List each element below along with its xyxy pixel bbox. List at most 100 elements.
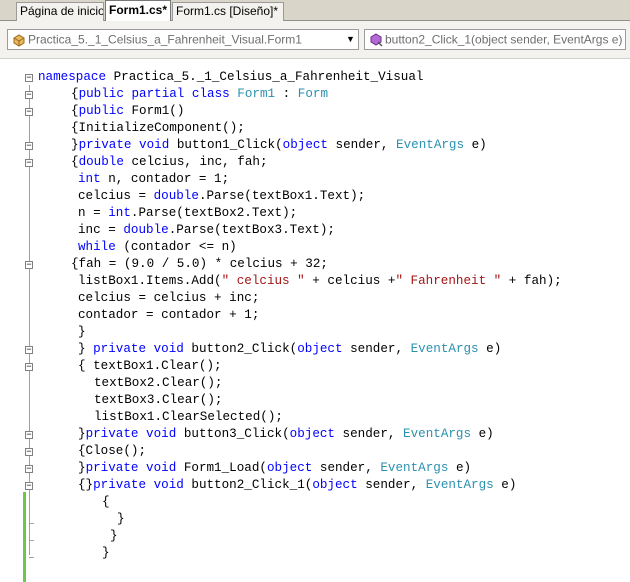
code-token: Form1_Load(: [176, 461, 267, 475]
code-token: textBox2.Clear();: [94, 376, 223, 390]
tab-label: Form1.cs [Diseño]*: [176, 4, 279, 18]
code-token: button2_Click(: [183, 342, 298, 356]
code-token: { textBox1.Clear();: [78, 359, 222, 373]
code-token: {}: [78, 478, 94, 492]
collapse-toggle-icon[interactable]: −: [25, 431, 33, 440]
code-token: sender,: [357, 478, 426, 492]
code-line[interactable]: celcius = celcius + inc;: [0, 290, 630, 307]
code-token: }: [117, 512, 125, 526]
code-text: listBox1.ClearSelected();: [94, 409, 283, 426]
type-token: Form1: [237, 87, 276, 101]
collapse-toggle-icon[interactable]: −: [25, 74, 33, 83]
member-selector-combo[interactable]: button2_Click_1(object sender, EventArgs…: [364, 29, 626, 50]
code-token: inc =: [78, 223, 124, 237]
code-line[interactable]: − namespace Practica_5._1_Celsius_a_Fahre…: [0, 69, 630, 86]
code-line[interactable]: n = int.Parse(textBox2.Text);: [0, 205, 630, 222]
chevron-down-icon[interactable]: ▼: [343, 30, 358, 49]
code-token: }: [78, 461, 86, 475]
code-text: n = int.Parse(textBox2.Text);: [78, 205, 297, 222]
code-line[interactable]: textBox3.Clear();: [0, 392, 630, 409]
code-token: listBox1.Items.Add(: [78, 274, 222, 288]
code-text: int n, contador = 1;: [78, 171, 229, 188]
code-line[interactable]: }: [0, 545, 630, 562]
collapse-toggle-icon[interactable]: −: [25, 108, 33, 117]
keyword-token: namespace: [38, 70, 107, 84]
code-token: }: [102, 546, 110, 560]
code-line[interactable]: −} private void button2_Click(object sen…: [0, 341, 630, 358]
tab-label: Form1.cs*: [109, 3, 168, 17]
code-line[interactable]: }: [0, 511, 630, 528]
code-text: {: [102, 494, 110, 511]
code-line[interactable]: − { textBox1.Clear();: [0, 358, 630, 375]
code-text: }: [117, 511, 125, 528]
code-token: }: [78, 427, 86, 441]
code-line[interactable]: while (contador <= n): [0, 239, 630, 256]
code-line[interactable]: − }private void button3_Click(object send…: [0, 426, 630, 443]
code-text: { textBox1.Clear();: [78, 358, 222, 375]
keyword-token: public partial class: [78, 87, 230, 101]
class-icon: [13, 34, 25, 47]
code-text: celcius = celcius + inc;: [78, 290, 259, 307]
code-token: {: [71, 104, 79, 118]
code-line[interactable]: − {double celcius, inc, fah;: [0, 154, 630, 171]
outline-end-marker: [29, 523, 34, 524]
code-text: namespace Practica_5._1_Celsius_a_Fahren…: [38, 69, 423, 86]
string-token: " Fahrenheit ": [395, 274, 502, 288]
code-token: celcius, inc, fah;: [123, 155, 268, 169]
code-editor[interactable]: − namespace Practica_5._1_Celsius_a_Fahre…: [0, 59, 630, 582]
code-line[interactable]: int n, contador = 1;: [0, 171, 630, 188]
collapse-toggle-icon[interactable]: −: [25, 465, 33, 474]
type-token: EventArgs: [425, 478, 494, 492]
code-line[interactable]: textBox2.Clear();: [0, 375, 630, 392]
code-token: sender,: [328, 138, 397, 152]
code-line[interactable]: − {public partial class Form1 : Form: [0, 86, 630, 103]
tab-start-page[interactable]: Página de inicio: [16, 2, 104, 21]
code-line[interactable]: − {}private void button2_Click_1(object s…: [0, 477, 630, 494]
collapse-toggle-icon[interactable]: −: [25, 363, 33, 372]
code-line[interactable]: {: [0, 494, 630, 511]
code-token: {fah = (9.0 / 5.0) * celcius + 32;: [71, 257, 328, 271]
code-text: inc = double.Parse(textBox3.Text);: [78, 222, 335, 239]
code-text: }: [110, 528, 118, 545]
code-line[interactable]: − }private void Form1_Load(object sender,…: [0, 460, 630, 477]
code-line[interactable]: − {Close();: [0, 443, 630, 460]
code-line[interactable]: celcius = double.Parse(textBox1.Text);: [0, 188, 630, 205]
type-token: EventArgs: [380, 461, 449, 475]
collapse-toggle-icon[interactable]: −: [25, 448, 33, 457]
tab-form1-code[interactable]: Form1.cs*: [105, 0, 171, 21]
code-token: }: [71, 138, 79, 152]
code-line[interactable]: }: [0, 528, 630, 545]
code-line[interactable]: contador = contador + 1;: [0, 307, 630, 324]
code-line[interactable]: {InitializeComponent();: [0, 120, 630, 137]
code-token: + fah);: [501, 274, 562, 288]
code-token: listBox1.ClearSelected();: [94, 410, 283, 424]
collapse-toggle-icon[interactable]: −: [25, 482, 33, 491]
collapse-toggle-icon[interactable]: −: [25, 159, 33, 168]
code-text: }private void Form1_Load(object sender, …: [78, 460, 471, 477]
code-line[interactable]: −}private void button1_Click(object send…: [0, 137, 630, 154]
code-token: n =: [78, 206, 109, 220]
collapse-toggle-icon[interactable]: −: [25, 346, 33, 355]
code-line[interactable]: listBox1.Items.Add(" celcius " + celcius…: [0, 273, 630, 290]
code-token: n, contador = 1;: [100, 172, 230, 186]
code-text: }private void button3_Click(object sende…: [78, 426, 494, 443]
code-token: e): [464, 138, 487, 152]
code-token: textBox3.Clear();: [94, 393, 223, 407]
type-token: EventArgs: [403, 427, 472, 441]
string-token: " celcius ": [221, 274, 305, 288]
keyword-token: object: [312, 478, 358, 492]
keyword-token: object: [289, 427, 335, 441]
code-line[interactable]: − {fah = (9.0 / 5.0) * celcius + 32;: [0, 256, 630, 273]
code-line[interactable]: }: [0, 324, 630, 341]
type-selector-combo[interactable]: Practica_5._1_Celsius_a_Fahrenheit_Visua…: [7, 29, 359, 50]
code-line[interactable]: inc = double.Parse(textBox3.Text);: [0, 222, 630, 239]
code-token: Form1(): [123, 104, 185, 118]
collapse-toggle-icon[interactable]: −: [25, 142, 33, 151]
collapse-toggle-icon[interactable]: −: [25, 91, 33, 100]
keyword-token: private void: [93, 478, 184, 492]
code-line[interactable]: − {public Form1(): [0, 103, 630, 120]
collapse-toggle-icon[interactable]: −: [25, 261, 33, 270]
code-line[interactable]: listBox1.ClearSelected();: [0, 409, 630, 426]
tab-form1-designer[interactable]: Form1.cs [Diseño]*: [172, 2, 284, 21]
keyword-token: private void: [78, 138, 170, 152]
